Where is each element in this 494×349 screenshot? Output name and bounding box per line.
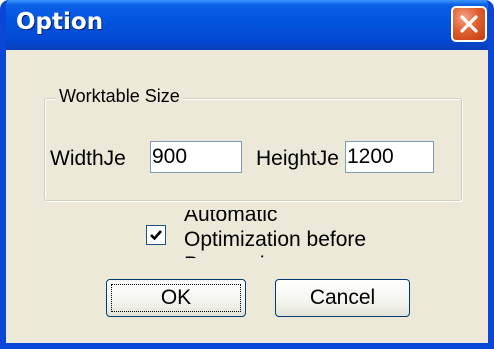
cancel-button-label: Cancel [309, 286, 376, 309]
dialog-body: Worktable Size WidthJe 900 HeightJe 1200… [6, 50, 488, 343]
close-icon [460, 15, 478, 33]
optimization-label: Automatic Optimization before Processing [184, 210, 367, 258]
close-button[interactable] [451, 6, 487, 42]
group-legend: Worktable Size [56, 86, 183, 107]
window-title: Option [16, 9, 104, 35]
ok-button[interactable]: OK [106, 279, 246, 317]
height-input[interactable]: 1200 [345, 141, 434, 173]
height-label: HeightJe [256, 147, 339, 170]
title-bar[interactable]: Option [6, 0, 488, 50]
optimization-checkbox[interactable] [146, 225, 166, 245]
optimization-label-area[interactable]: Automatic Optimization before Processing [184, 210, 370, 258]
checkmark-icon [150, 230, 162, 241]
option-dialog: Option Worktable Size WidthJe 900 Height… [0, 0, 494, 349]
ok-button-label: OK [160, 286, 192, 309]
width-label: WidthJe [50, 147, 126, 170]
width-input[interactable]: 900 [150, 141, 242, 173]
cancel-button[interactable]: Cancel [275, 279, 410, 317]
